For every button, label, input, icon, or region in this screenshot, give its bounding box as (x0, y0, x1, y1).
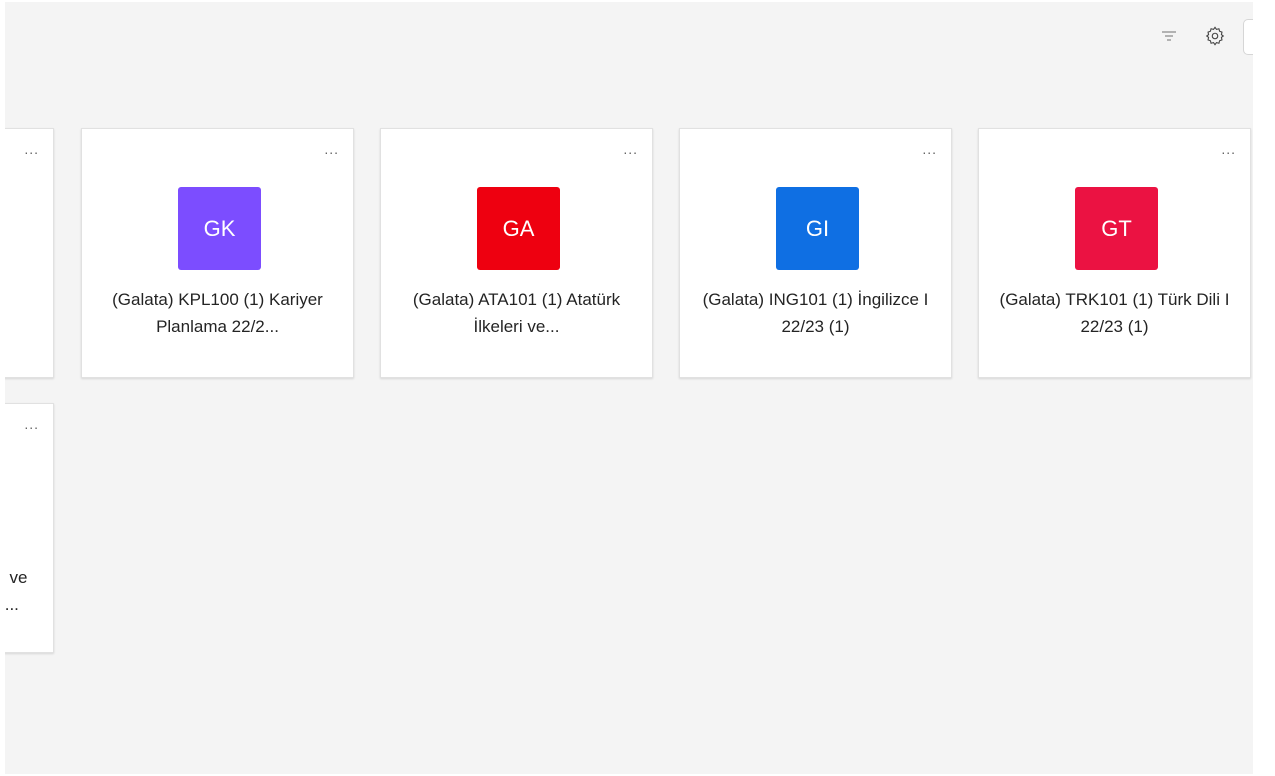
more-options-icon[interactable]: ... (324, 141, 339, 157)
team-name: (Galata) TRK101 (1) Türk Dili I 22/23 (1… (999, 290, 1230, 336)
card-title-fragment-line1: : ve (5, 568, 28, 587)
more-options-icon[interactable]: ... (24, 416, 39, 432)
gear-icon (1205, 26, 1225, 46)
team-name: (Galata) KPL100 (1) Kariyer Planlama 22/… (112, 290, 323, 336)
team-card[interactable]: ... GK (Galata) KPL100 (1) Kariyer Planl… (81, 128, 354, 378)
team-avatar: GT (1075, 187, 1158, 270)
more-options-icon[interactable]: ... (623, 141, 638, 157)
team-avatar: GA (477, 187, 560, 270)
card-title-fragment-line2: ı... (5, 595, 19, 614)
teams-grid-view: ... i ... : ve ı... ... GK (Galata) KPL1… (5, 2, 1253, 774)
search-box-edge[interactable] (1243, 19, 1253, 55)
team-name: (Galata) ING101 (1) İngilizce I 22/23 (1… (702, 290, 929, 336)
team-card[interactable]: ... GI (Galata) ING101 (1) İngilizce I 2… (679, 128, 952, 378)
team-avatar: GI (776, 187, 859, 270)
team-name: (Galata) ATA101 (1) Atatürk İlkeleri ve.… (412, 290, 621, 336)
filter-button[interactable] (1155, 22, 1183, 50)
team-card[interactable]: ... GA (Galata) ATA101 (1) Atatürk İlkel… (380, 128, 653, 378)
filter-lines-icon (1162, 31, 1176, 41)
more-options-icon[interactable]: ... (24, 141, 39, 157)
team-avatar: GK (178, 187, 261, 270)
more-options-icon[interactable]: ... (1221, 141, 1236, 157)
team-card-partial[interactable]: ... : ve ı... (5, 403, 54, 653)
team-card[interactable]: ... GT (Galata) TRK101 (1) Türk Dili I 2… (978, 128, 1251, 378)
more-options-icon[interactable]: ... (922, 141, 937, 157)
team-card-partial[interactable]: ... i (5, 128, 54, 378)
settings-button[interactable] (1201, 22, 1229, 50)
